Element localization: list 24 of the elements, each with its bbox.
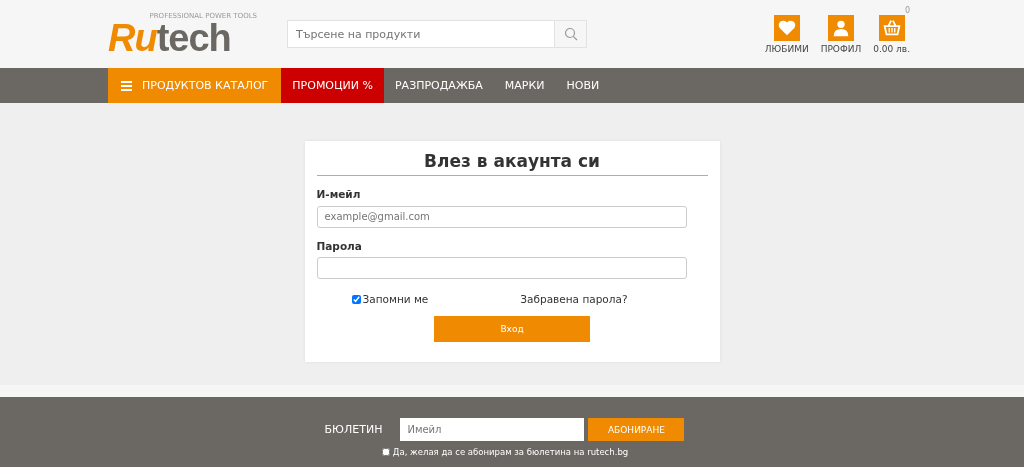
logo-wordmark: Rutech (108, 20, 232, 56)
search-field[interactable]: Търсене на продукти (287, 20, 587, 48)
cart-count: 0 (904, 6, 910, 15)
menu-icon (121, 80, 132, 91)
nav-link[interactable]: РАЗПРОДАЖБА (384, 68, 494, 103)
remember-checkbox[interactable] (351, 294, 361, 304)
login-title: Влез в акаунта си (316, 151, 708, 176)
field-label: Парола (316, 239, 363, 252)
newsletter-email-field[interactable]: Имейл (400, 418, 585, 441)
newsletter-label: БЮЛЕТИН (324, 423, 383, 436)
heart-button[interactable]: ЛЮБИМИ (764, 6, 809, 54)
nav-link[interactable]: МАРКИ (493, 68, 556, 103)
user-button[interactable]: ПРОФИЛ (820, 6, 862, 54)
search-icon (563, 27, 578, 41)
consent-checkbox[interactable] (381, 448, 390, 456)
checkbox-label: Запомни ме (362, 293, 429, 305)
email-field[interactable]: example@gmail.com (316, 205, 687, 228)
forgot-password-link[interactable]: Забравена парола? (520, 293, 628, 305)
nav-link[interactable]: НОВИ (555, 68, 611, 103)
cart-button[interactable]: 0.00 лв. 0 (873, 6, 910, 54)
field-label: И-мейл (316, 188, 362, 200)
search-button[interactable] (554, 21, 586, 47)
password-field[interactable] (316, 257, 687, 279)
checkbox-label: Да, желая да се абонирам за бюлетина на rutech.bg (392, 447, 629, 457)
